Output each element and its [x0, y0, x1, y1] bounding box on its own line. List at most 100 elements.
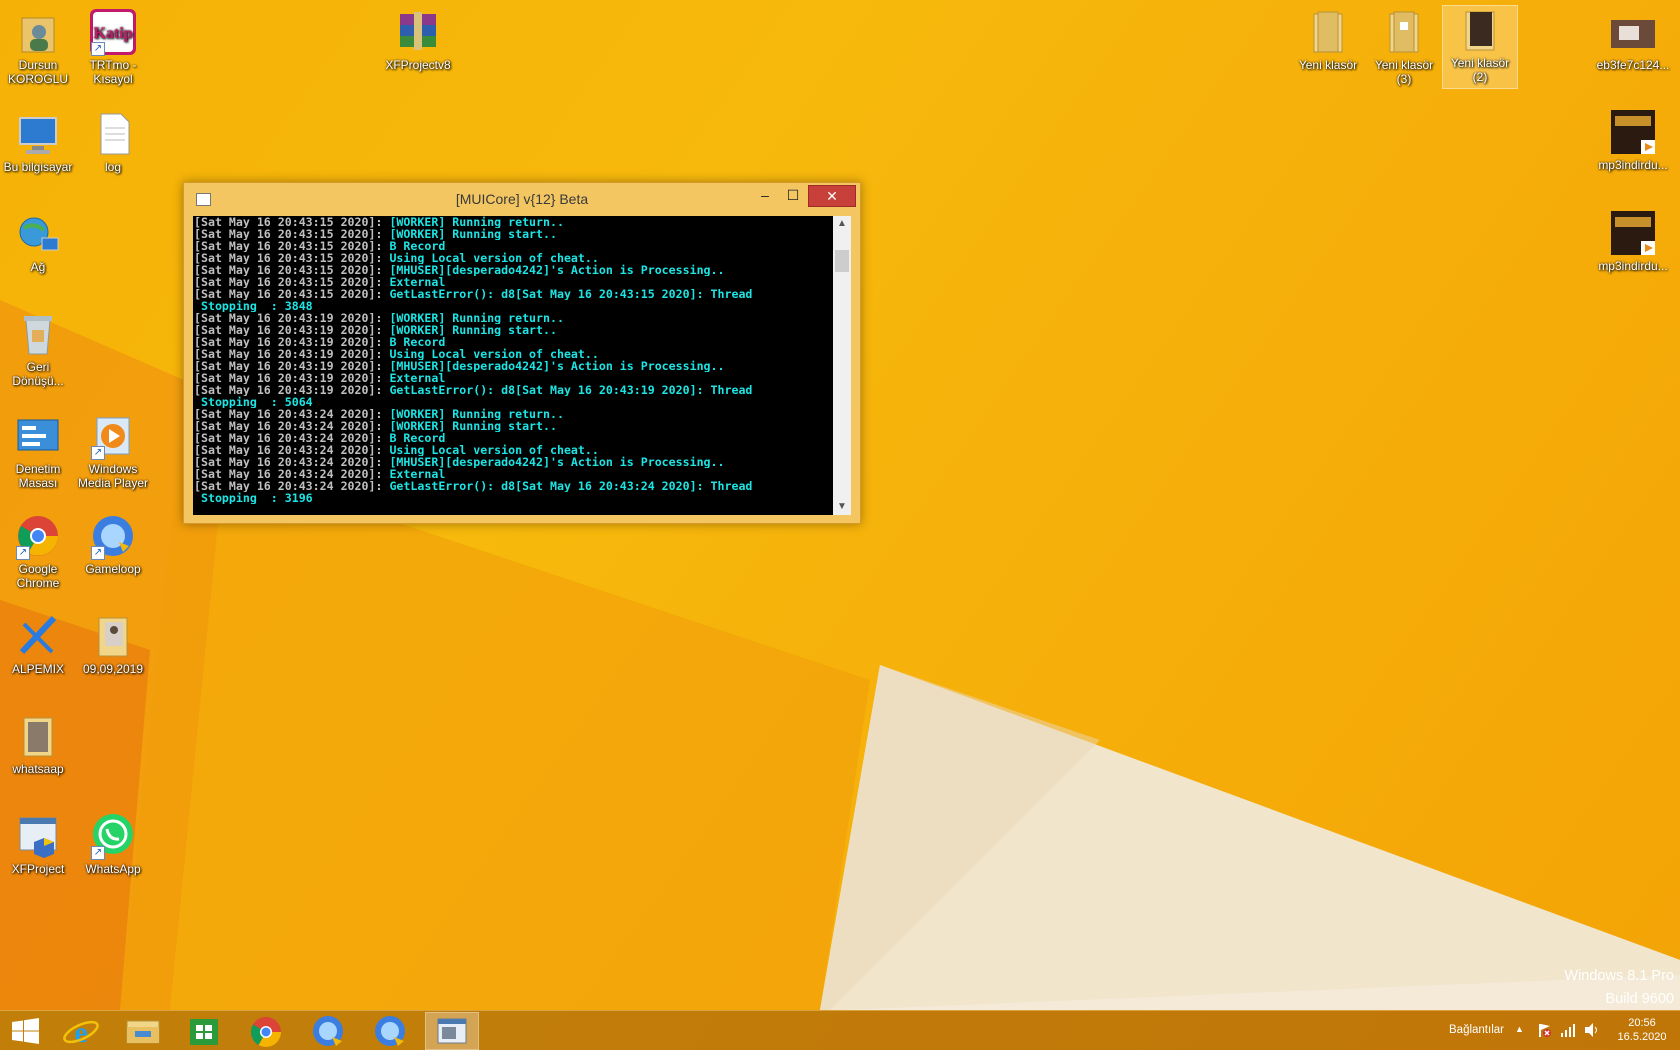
taskbar-gameloop-1[interactable] [302, 1013, 354, 1049]
console-line-message: Stopping : 3848 [194, 300, 313, 312]
desktop-icon-mp3indirdu-2[interactable]: mp3indirdu... [1596, 209, 1670, 273]
console-line-message: B Record [389, 432, 446, 444]
action-center-flag-icon[interactable] [1536, 1022, 1552, 1041]
volume-icon[interactable] [1584, 1022, 1600, 1041]
desktop-icon-yeni-klasor[interactable]: Yeni klasör [1291, 8, 1365, 72]
console-line: [Sat May 16 20:43:24 2020]: External [193, 468, 833, 480]
console-line-message: [WORKER] Running return.. [389, 312, 564, 324]
console-line: [Sat May 16 20:43:15 2020]: [WORKER] Run… [193, 228, 833, 240]
desktop-icon-trtmo-shortcut[interactable]: Katip ↗ TRTmo - Kısayol [76, 8, 150, 86]
minimize-button[interactable]: – [752, 185, 778, 205]
console-line-message: External [389, 276, 446, 288]
console-titlebar[interactable]: [MUICore] v{12} Beta – ☐ ✕ [184, 183, 860, 215]
desktop-icon-xfproject[interactable]: XFProject [1, 812, 75, 876]
desktop-icon-gameloop[interactable]: ↗ Gameloop [76, 512, 150, 576]
whatsapp-icon: ↗ [89, 812, 137, 860]
console-line: [Sat May 16 20:43:15 2020]: Using Local … [193, 252, 833, 264]
desktop-icon-log[interactable]: log [76, 110, 150, 174]
console-line-timestamp: [Sat May 16 20:43:24 2020]: [194, 480, 390, 492]
icon-label: XFProjectv8 [385, 58, 451, 72]
taskbar-store[interactable] [178, 1013, 230, 1049]
desktop-icon-windows-media-player[interactable]: ↗ Windows Media Player [76, 412, 150, 490]
desktop-icon-09-09-2019[interactable]: 09,09,2019 [76, 612, 150, 676]
taskbar-internet-explorer[interactable]: e [55, 1013, 107, 1049]
icon-label: Gameloop [85, 562, 141, 576]
app-window-icon [14, 812, 62, 860]
winrar-archive-icon [394, 8, 442, 56]
toolbar-links[interactable]: Bağlantılar [1449, 1024, 1504, 1036]
windows-logo-icon [12, 1018, 39, 1044]
desktop-icon-mp3indirdu-1[interactable]: mp3indirdu... [1596, 108, 1670, 172]
desktop-icon-geri-donusum[interactable]: Geri Dönüşü... [1, 310, 75, 388]
desktop-icon-yeni-klasor-3[interactable]: Yeni klasör (3) [1367, 8, 1441, 86]
icon-label: Bu bilgisayar [3, 160, 73, 174]
scroll-up-icon[interactable]: ▲ [833, 216, 851, 232]
desktop-icon-google-chrome[interactable]: ↗ Google Chrome [1, 512, 75, 590]
show-hidden-icons-button[interactable]: ▲ [1515, 1024, 1524, 1034]
gameloop-icon [313, 1016, 343, 1046]
console-window[interactable]: [MUICore] v{12} Beta – ☐ ✕ [Sat May 16 2… [183, 182, 861, 524]
desktop-icon-ag[interactable]: Ağ [1, 210, 75, 274]
taskbar-file-explorer[interactable] [117, 1013, 169, 1049]
desktop-icon-xfprojectv8[interactable]: XFProjectv8 [381, 8, 455, 72]
console-line: [Sat May 16 20:43:19 2020]: GetLastError… [193, 384, 833, 396]
desktop-icon-yeni-klasor-2[interactable]: Yeni klasör (2) [1442, 5, 1518, 89]
network-icon [14, 210, 62, 258]
console-line-message: Using Local version of cheat.. [389, 444, 599, 456]
console-line-message: [MHUSER][desperado4242]'s Action is Proc… [389, 456, 725, 468]
scroll-down-icon[interactable]: ▼ [833, 499, 851, 515]
console-line-timestamp: [Sat May 16 20:43:19 2020]: [194, 372, 390, 384]
desktop-icon-whatsaap[interactable]: whatsaap [1, 712, 75, 776]
computer-icon [14, 110, 62, 158]
icon-label: mp3indirdu... [1598, 158, 1668, 172]
icon-label: Yeni klasör [1298, 58, 1358, 72]
desktop-icon-whatsapp[interactable]: ↗ WhatsApp [76, 812, 150, 876]
shortcut-arrow-icon: ↗ [91, 846, 105, 860]
console-line: [Sat May 16 20:43:15 2020]: [WORKER] Run… [193, 216, 833, 228]
console-line: [Sat May 16 20:43:15 2020]: GetLastError… [193, 288, 833, 300]
console-line-timestamp: [Sat May 16 20:43:24 2020]: [194, 420, 390, 432]
console-line-message: [WORKER] Running return.. [389, 408, 564, 420]
icon-label: whatsaap [12, 762, 64, 776]
console-line-message: External [389, 372, 446, 384]
console-line-timestamp: [Sat May 16 20:43:24 2020]: [194, 444, 390, 456]
start-button[interactable] [0, 1013, 52, 1049]
vertical-scrollbar[interactable]: ▲ ▼ [833, 216, 851, 515]
console-line: [Sat May 16 20:43:15 2020]: External [193, 276, 833, 288]
desktop-icon-alpemix[interactable]: ALPEMIX [1, 612, 75, 676]
media-player-icon: ↗ [89, 412, 137, 460]
icon-label: Windows Media Player [77, 462, 149, 490]
alpemix-icon [14, 612, 62, 660]
icon-label: Ağ [30, 260, 46, 274]
maximize-button[interactable]: ☐ [780, 185, 806, 205]
taskbar-chrome[interactable] [240, 1013, 292, 1049]
gameloop-icon: ↗ [89, 512, 137, 560]
icon-label: WhatsApp [85, 862, 141, 876]
icon-label: mp3indirdu... [1598, 259, 1668, 273]
console-line-timestamp: [Sat May 16 20:43:19 2020]: [194, 324, 390, 336]
close-button[interactable]: ✕ [808, 185, 856, 207]
taskbar-console-window[interactable] [425, 1012, 479, 1050]
folder-icon [1380, 8, 1428, 56]
console-line: [Sat May 16 20:43:19 2020]: B Record [193, 336, 833, 348]
desktop-icon-eb3fe7c124[interactable]: eb3fe7c124... [1596, 8, 1670, 72]
network-signal-icon[interactable] [1560, 1022, 1576, 1041]
console-line-timestamp: [Sat May 16 20:43:24 2020]: [194, 456, 390, 468]
desktop-icon-denetim-masasi[interactable]: Denetim Masası [1, 412, 75, 490]
image-file-icon [1609, 8, 1657, 56]
console-output[interactable]: [Sat May 16 20:43:15 2020]: [WORKER] Run… [193, 216, 833, 515]
watermark-build: Build 9600 [1605, 991, 1674, 1007]
desktop-icon-bu-bilgisayar[interactable]: Bu bilgisayar [1, 110, 75, 174]
scrollbar-thumb[interactable] [835, 250, 849, 272]
katip-icon: Katip ↗ [89, 8, 137, 56]
desktop-icon-dursun-koroglu[interactable]: Dursun KOROGLU [1, 8, 75, 86]
console-line: [Sat May 16 20:43:19 2020]: [WORKER] Run… [193, 324, 833, 336]
icon-label: Geri Dönüşü... [12, 360, 64, 388]
taskbar-gameloop-2[interactable] [364, 1013, 416, 1049]
folder-icon [126, 1020, 160, 1044]
console-line-message: GetLastError(): d8[Sat May 16 20:43:15 2… [389, 288, 753, 300]
icon-label: log [104, 160, 121, 174]
clock[interactable]: 20:56 16.5.2020 [1610, 1016, 1674, 1044]
folder-icon [14, 712, 62, 760]
console-line: [Sat May 16 20:43:24 2020]: [WORKER] Run… [193, 408, 833, 420]
